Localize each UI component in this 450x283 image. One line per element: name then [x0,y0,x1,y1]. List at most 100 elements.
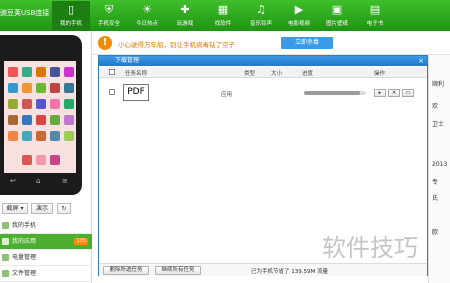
dialog-footer: 删除所选任务 继续所有任务 已为手机节省了 139.59M 流量 [99,263,427,276]
select-all-checkbox[interactable] [109,69,115,75]
column-name: 任务名称 [125,71,148,77]
watermark: 软件技巧 [322,234,418,262]
row-checkbox[interactable] [109,89,115,95]
nav-wallpaper[interactable]: ▣ 图片壁纸 [318,1,356,31]
demo-button[interactable]: 演示 [31,203,53,214]
nav-label: 玩游戏 [176,21,194,27]
progress-fill [304,91,360,95]
top-navigation-bar: 豌豆荚USB连接 ▾ ▯ 我的手机 ⛨ 手机安全 ☀ 今日热点 ✚ 玩游戏 ▦ … [0,0,450,31]
app-icon [36,67,46,77]
task-type: 应用 [221,92,233,98]
app-icon [36,131,46,141]
app-icon [36,155,46,165]
nav-today-hot[interactable]: ☀ 今日热点 [128,1,166,31]
sidebar-item-label: 文件管理 [12,270,37,277]
nav-phone-security[interactable]: ⛨ 手机安全 [90,1,128,31]
dialog-title: 下载管理 [115,57,140,64]
app-icon [22,67,32,77]
sidebar-item-my-phone[interactable]: 我的手机 [0,218,92,234]
nav-label: 找软件 [214,21,232,27]
right-side-panel: 顺利 欢 卫士 2013 专 氏 欧 [428,55,450,283]
resume-button[interactable]: ▸ [374,89,386,97]
app-icon [8,99,18,109]
app-icon [64,67,74,77]
shield-icon: ⛨ [104,3,114,16]
app-icon [8,83,18,93]
app-icon [22,155,32,165]
nav-music[interactable]: ♫ 音乐铃声 [242,1,280,31]
app-icon [50,115,60,125]
app-icon [36,115,46,125]
sun-icon: ☀ [142,3,152,16]
screenshot-button[interactable]: 截屏 ▾ [2,203,28,214]
app-icon [22,115,32,125]
battery-icon [2,254,9,261]
book-icon: ▤ [369,3,381,16]
app-icon [64,131,74,141]
nav-label: 电子书 [366,21,384,27]
traffic-saved-text: 已为手机节省了 139.59M 流量 [251,269,328,275]
menu-icon: ≡ [62,177,68,185]
nav-label: 我的手机 [59,21,82,27]
sidebar-item-label: 我的应用 [12,238,37,245]
phone-icon [2,222,9,229]
close-icon[interactable]: × [418,56,424,66]
table-row[interactable]: PDF 应用 ▸ ✕ ▭ [99,80,427,102]
sidebar-item-files[interactable]: 文件管理 [0,266,92,282]
nav-games[interactable]: ✚ 玩游戏 [166,1,204,31]
nav-video[interactable]: ▶ 电影视频 [280,1,318,31]
warning-icon: ! [98,36,112,50]
nav-label: 手机安全 [97,21,120,27]
nav-software[interactable]: ▦ 找软件 [204,1,242,31]
table-header: 任务名称 类型 大小 进度 操作 [99,67,427,78]
nav-my-phone[interactable]: ▯ 我的手机 [52,1,90,31]
app-icon [50,155,60,165]
app-icon [36,83,46,93]
gamepad-icon: ✚ [180,3,190,16]
refresh-button[interactable]: ↻ [57,203,71,214]
app-icon [8,131,18,141]
app-icon [22,99,32,109]
sidebar-item-label: 我的手机 [12,222,37,229]
folder-icon [2,270,9,277]
nav-label: 电影视频 [287,21,310,27]
connection-status[interactable]: 豌豆荚USB连接 ▾ [0,8,55,18]
panel-text: 欧 [432,229,439,236]
app-icon [50,99,60,109]
phone-icon: ▯ [67,3,75,16]
nav-label: 图片壁纸 [325,21,348,27]
scan-virus-button[interactable]: 立即杀毒 [281,37,333,49]
app-icon [8,67,18,77]
open-folder-button[interactable]: ▭ [402,89,414,97]
apps-grid-icon: ▦ [217,3,229,16]
left-panel: ↩ ⌂ ≡ 截屏 ▾ 演示 ↻ 我的手机 我的应用 135 电量管理 文件管理 [0,31,92,283]
panel-text: 氏 [432,195,439,202]
panel-text: 欢 [432,103,439,110]
film-icon: ▶ [294,3,304,16]
panel-text: 卫士 [432,121,445,128]
phone-screen [4,61,76,173]
delete-selected-button[interactable]: 删除所选任务 [103,266,149,275]
delete-button[interactable]: ✕ [388,89,400,97]
nav-label: 音乐铃声 [249,21,272,27]
panel-text: 专 [432,179,439,186]
apps-icon [2,238,9,245]
notice-text: 小心驶得万年船，别让手机病毒钻了空子 [118,41,235,49]
column-size: 大小 [271,71,283,77]
sidebar-item-my-apps[interactable]: 我的应用 135 [0,234,92,250]
app-count-badge: 135 [74,238,88,245]
app-icon [50,67,60,77]
task-name: PDF [123,84,149,101]
app-icon [64,99,74,109]
app-icon [64,83,74,93]
nav-label: 今日热点 [135,21,158,27]
sidebar-item-label: 电量管理 [12,254,37,261]
security-notice-bar: ! 小心驶得万年船，别让手机病毒钻了空子 立即杀毒 [92,31,450,55]
music-note-icon: ♫ [256,3,266,16]
column-progress: 进度 [302,71,314,77]
phone-preview[interactable]: ↩ ⌂ ≡ [0,35,82,195]
continue-all-button[interactable]: 继续所有任务 [155,266,201,275]
app-icon [22,83,32,93]
nav-ebook[interactable]: ▤ 电子书 [356,1,394,31]
sidebar-item-battery[interactable]: 电量管理 [0,250,92,266]
